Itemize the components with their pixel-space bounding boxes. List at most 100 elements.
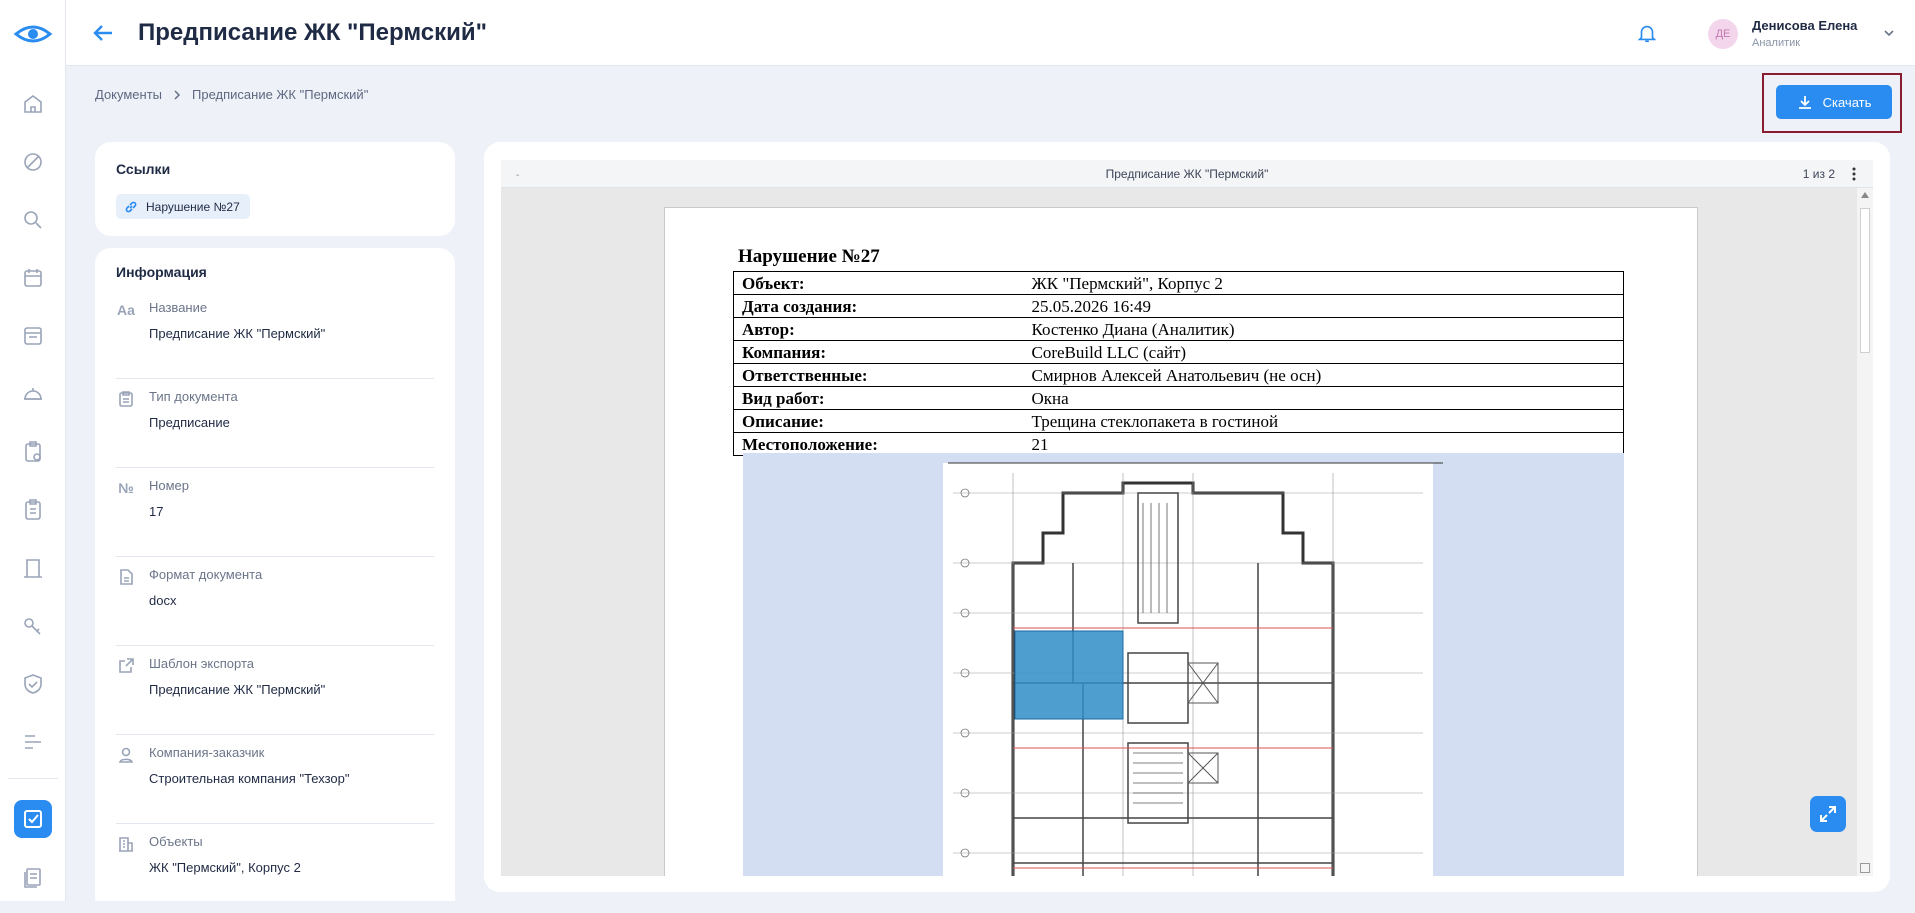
row-value: 25.05.2026 16:49 — [1023, 294, 1624, 318]
sidebar-item-calendar[interactable] — [17, 262, 49, 294]
document-canvas[interactable]: Нарушение №27 Объект: ЖК "Пермский", Корп… — [501, 188, 1857, 876]
sidebar-item-block[interactable] — [17, 146, 49, 178]
links-card: Ссылки Нарушение №27 — [95, 142, 455, 236]
more-vertical-icon[interactable] — [1847, 166, 1861, 182]
helmet-icon — [24, 388, 42, 400]
folder-icon — [24, 327, 42, 345]
field-value: Строительная компания "Техзор" — [149, 771, 350, 786]
block-icon — [24, 153, 42, 171]
sidebar-item-checklist[interactable] — [17, 436, 49, 468]
back-arrow-icon[interactable] — [90, 20, 116, 46]
user-name[interactable]: Денисова Елена — [1752, 18, 1857, 33]
field-label: Компания-заказчик — [149, 745, 265, 760]
sidebar-item-clipboard[interactable] — [17, 494, 49, 526]
fullscreen-button[interactable] — [1810, 796, 1846, 832]
page-title: Предписание ЖК "Пермский" — [138, 19, 488, 46]
field-label: Название — [149, 300, 208, 315]
user-icon — [116, 745, 136, 765]
expand-icon — [1820, 806, 1836, 822]
info-field-format: Формат документа docx — [116, 557, 434, 646]
info-field-number: № Номер 17 — [116, 468, 434, 557]
scroll-thumb[interactable] — [1860, 208, 1870, 353]
number-sign-icon: № — [118, 480, 134, 496]
row-value: Трещина стеклопакета в гостиной — [1023, 409, 1624, 433]
breadcrumb-current: Предписание ЖК "Пермский" — [192, 87, 369, 102]
checklist-icon — [25, 441, 41, 462]
link-chip-label: Нарушение №27 — [146, 199, 240, 214]
breadcrumb-root[interactable]: Документы — [95, 87, 162, 102]
table-row: Дата создания: 25.05.2026 16:49 — [733, 294, 1624, 318]
sidebar-divider — [8, 778, 58, 779]
field-value: docx — [149, 593, 177, 608]
search-icon — [24, 211, 42, 229]
field-value: Предписание ЖК "Пермский" — [149, 326, 326, 341]
field-label: Формат документа — [149, 567, 263, 582]
info-field-doc-type: Тип документа Предписание — [116, 379, 434, 468]
table-row: Описание: Трещина стеклопакета в гостиной — [733, 409, 1624, 433]
table-row: Вид работ: Окна — [733, 386, 1624, 410]
bell-icon[interactable] — [1636, 22, 1658, 44]
table-row: Компания: CoreBuild LLC (сайт) — [733, 340, 1624, 364]
table-row: Ответственные: Смирнов Алексей Анатольеви… — [733, 363, 1624, 387]
clipboard-icon — [25, 499, 41, 520]
calendar-icon — [24, 269, 42, 287]
field-value: ЖК "Пермский", Корпус 2 — [149, 860, 301, 875]
info-field-export-template: Шаблон экспорта Предписание ЖК "Пермский… — [116, 646, 434, 735]
door-icon — [24, 559, 42, 578]
info-card: Информация Aa Название Предписание ЖК "П… — [95, 248, 455, 901]
floor-plan-image — [743, 453, 1624, 876]
sidebar — [0, 0, 66, 901]
text-aa-icon: Aa — [117, 302, 135, 318]
row-key: Ответственные: — [733, 363, 1024, 387]
avatar[interactable]: ДЕ — [1708, 19, 1738, 49]
row-value: Костенко Диана (Аналитик) — [1023, 317, 1624, 341]
sidebar-item-gantt[interactable] — [17, 726, 49, 758]
link-icon — [125, 201, 137, 212]
download-icon — [1798, 96, 1811, 109]
user-role: Аналитик — [1752, 37, 1801, 49]
shield-icon — [24, 674, 42, 694]
row-key: Автор: — [733, 317, 1024, 341]
info-field-name: Aa Название Предписание ЖК "Пермский" — [116, 290, 434, 379]
sidebar-item-key[interactable] — [17, 610, 49, 642]
row-value: Смирнов Алексей Анатольевич (не осн) — [1023, 363, 1624, 387]
row-key: Компания: — [733, 340, 1024, 364]
scroll-up-icon[interactable] — [1861, 192, 1869, 198]
info-field-customer: Компания-заказчик Строительная компания … — [116, 735, 434, 824]
page-indicator: 1 из 2 — [1802, 167, 1835, 181]
sidebar-item-search[interactable] — [17, 204, 49, 236]
sidebar-item-door[interactable] — [17, 552, 49, 584]
sidebar-item-home[interactable] — [17, 88, 49, 120]
building-icon — [116, 834, 136, 854]
row-value: Окна — [1023, 386, 1624, 410]
sidebar-item-helmet[interactable] — [17, 378, 49, 410]
info-field-objects: Объекты ЖК "Пермский", Корпус 2 — [116, 824, 434, 913]
document-viewer: - Предписание ЖК "Пермский" 1 из 2 Наруш… — [484, 142, 1890, 892]
sidebar-item-folder[interactable] — [17, 320, 49, 352]
document-page: Нарушение №27 Объект: ЖК "Пермский", Корп… — [664, 207, 1698, 876]
row-key: Вид работ: — [733, 386, 1024, 410]
link-chip[interactable]: Нарушение №27 — [116, 194, 250, 219]
field-value: Предписание — [149, 415, 230, 430]
key-icon — [24, 618, 41, 635]
sidebar-item-shield[interactable] — [17, 668, 49, 700]
eye-logo-icon[interactable] — [12, 18, 54, 50]
row-key: Объект: — [733, 271, 1024, 295]
sidebar-item-tasks[interactable] — [14, 800, 52, 838]
info-title: Информация — [116, 264, 207, 280]
field-label: Объекты — [149, 834, 203, 849]
viewer-scrollbar[interactable] — [1857, 188, 1873, 876]
row-value: ЖК "Пермский", Корпус 2 — [1023, 271, 1624, 295]
sidebar-item-documents[interactable] — [17, 862, 49, 894]
scroll-down-icon[interactable] — [1860, 863, 1870, 873]
table-row: Автор: Костенко Диана (Аналитик) — [733, 317, 1624, 341]
download-button[interactable]: Скачать — [1776, 85, 1892, 119]
table-row: Объект: ЖК "Пермский", Корпус 2 — [733, 271, 1624, 295]
row-key: Описание: — [733, 409, 1024, 433]
checkbox-icon — [24, 810, 42, 828]
doc-heading: Нарушение №27 — [738, 246, 880, 267]
field-label: Номер — [149, 478, 190, 493]
documents-icon — [24, 868, 41, 888]
chevron-down-icon[interactable] — [1882, 26, 1896, 40]
field-label: Тип документа — [149, 389, 238, 404]
